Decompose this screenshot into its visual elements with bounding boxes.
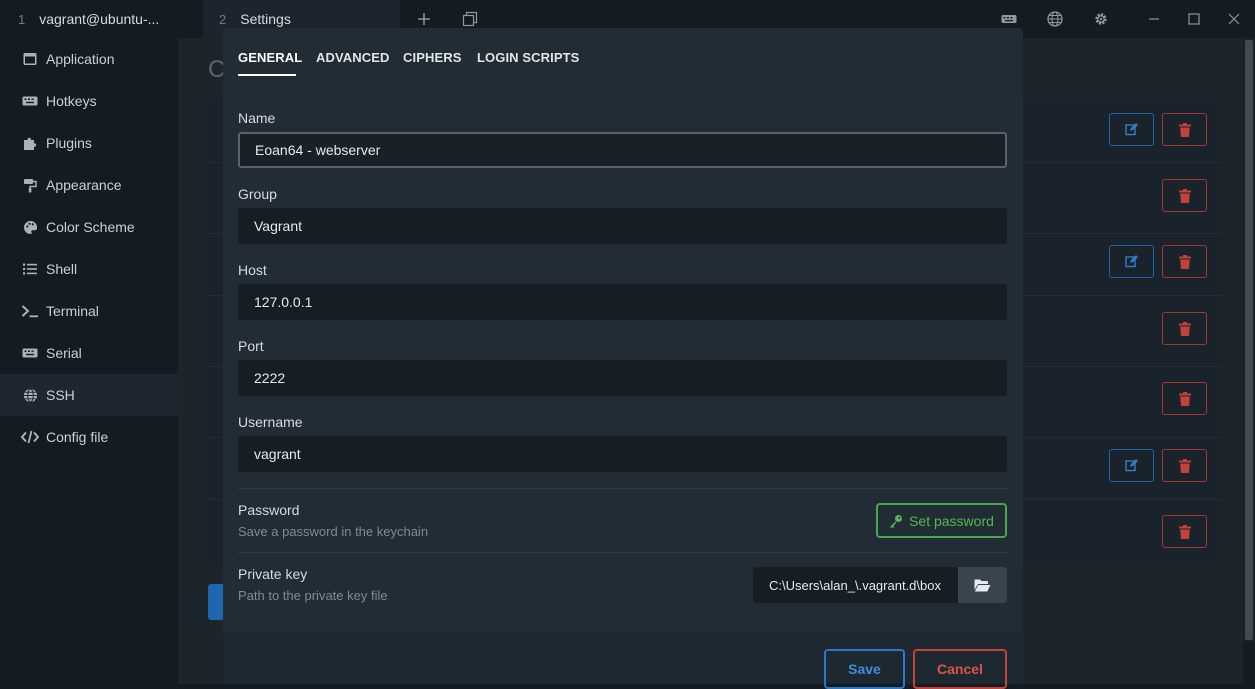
maximize-icon[interactable] xyxy=(1184,9,1204,29)
password-label: Password xyxy=(238,502,300,518)
private-key-label: Private key xyxy=(238,566,308,582)
gear-icon[interactable] xyxy=(1091,9,1111,29)
sidebar-item-plugins[interactable]: Plugins xyxy=(0,122,178,164)
trash-icon xyxy=(1178,391,1191,406)
palette-icon xyxy=(21,218,39,236)
minimize-icon[interactable] xyxy=(1144,9,1164,29)
sidebar-item-hotkeys[interactable]: Hotkeys xyxy=(0,80,178,122)
globe-icon[interactable] xyxy=(1045,9,1065,29)
host-field[interactable]: 127.0.0.1 xyxy=(238,284,1007,320)
sidebar-item-label: Color Scheme xyxy=(46,219,135,235)
paint-brush-icon xyxy=(21,176,39,194)
private-key-description: Path to the private key file xyxy=(238,588,388,603)
sidebar-item-application[interactable]: Application xyxy=(0,38,178,80)
save-button[interactable]: Save xyxy=(824,649,905,689)
edit-button[interactable] xyxy=(1109,113,1154,146)
keyboard-icon xyxy=(21,344,39,362)
plus-icon[interactable] xyxy=(414,9,434,29)
trash-icon xyxy=(1178,458,1191,473)
username-field[interactable]: vagrant xyxy=(238,436,1007,472)
folder-open-icon xyxy=(974,579,991,591)
sidebar-item-config-file[interactable]: Config file xyxy=(0,416,178,458)
sidebar-item-label: Config file xyxy=(46,429,109,445)
keyboard-icon xyxy=(21,92,39,110)
list-icon xyxy=(21,260,39,278)
delete-button[interactable] xyxy=(1162,515,1207,548)
tab-general[interactable]: GENERAL xyxy=(238,50,302,65)
group-field[interactable]: Vagrant xyxy=(238,208,1007,244)
sidebar-item-label: Plugins xyxy=(46,135,92,151)
browse-key-button[interactable] xyxy=(958,567,1007,603)
sidebar-item-color-scheme[interactable]: Color Scheme xyxy=(0,206,178,248)
restore-tabs-icon[interactable] xyxy=(460,9,480,29)
password-description: Save a password in the keychain xyxy=(238,524,429,539)
sidebar-item-serial[interactable]: Serial xyxy=(0,332,178,374)
tab-advanced[interactable]: ADVANCED xyxy=(316,50,390,65)
delete-button[interactable] xyxy=(1162,113,1207,146)
cancel-button[interactable]: Cancel xyxy=(913,649,1007,689)
delete-button[interactable] xyxy=(1162,382,1207,415)
trash-icon xyxy=(1178,188,1191,203)
edit-icon xyxy=(1125,123,1138,136)
trash-icon xyxy=(1178,254,1191,269)
port-field[interactable]: 2222 xyxy=(238,360,1007,396)
scrollbar-thumb[interactable] xyxy=(1245,40,1253,640)
group-label: Group xyxy=(238,186,277,202)
dialog-body: GENERAL ADVANCED CIPHERS LOGIN SCRIPTS N… xyxy=(223,28,1023,633)
divider xyxy=(238,488,1007,489)
set-password-label: Set password xyxy=(909,512,994,529)
tab-number: 1 xyxy=(18,11,26,27)
edit-icon xyxy=(1125,255,1138,268)
edit-button[interactable] xyxy=(1109,449,1154,482)
keyboard-icon[interactable] xyxy=(999,9,1019,29)
sidebar-item-label: Shell xyxy=(46,261,78,277)
sidebar-item-label: Hotkeys xyxy=(46,93,97,109)
sidebar-item-label: SSH xyxy=(46,387,75,403)
sidebar-item-ssh[interactable]: SSH xyxy=(0,374,178,416)
tab-title: vagrant@ubuntu-... xyxy=(39,11,160,27)
name-field[interactable]: Eoan64 - webserver xyxy=(238,132,1007,168)
name-label: Name xyxy=(238,110,276,126)
port-label: Port xyxy=(238,338,264,354)
tab-title: Settings xyxy=(240,11,291,27)
trash-icon xyxy=(1178,122,1191,137)
private-key-field[interactable]: C:\Users\alan_\.vagrant.d\box xyxy=(753,567,958,603)
code-icon xyxy=(21,428,39,446)
username-label: Username xyxy=(238,414,303,430)
delete-button[interactable] xyxy=(1162,245,1207,278)
ssh-connection-dialog: GENERAL ADVANCED CIPHERS LOGIN SCRIPTS N… xyxy=(223,28,1023,689)
edit-icon xyxy=(1125,459,1138,472)
window-icon xyxy=(21,50,39,68)
tab-number: 2 xyxy=(219,11,227,27)
settings-sidebar: Application Hotkeys Plugins Appearance C… xyxy=(0,38,178,684)
delete-button[interactable] xyxy=(1162,449,1207,482)
key-icon xyxy=(889,514,903,528)
delete-button[interactable] xyxy=(1162,312,1207,345)
terminal-icon xyxy=(21,302,39,320)
close-icon[interactable] xyxy=(1224,9,1244,29)
divider xyxy=(238,552,1007,553)
sidebar-item-label: Terminal xyxy=(46,303,99,319)
set-password-button[interactable]: Set password xyxy=(876,503,1007,538)
trash-icon xyxy=(1178,321,1191,336)
edit-button[interactable] xyxy=(1109,245,1154,278)
puzzle-icon xyxy=(21,134,39,152)
sidebar-item-label: Application xyxy=(46,51,115,67)
sidebar-item-label: Appearance xyxy=(46,177,122,193)
tab-login-scripts[interactable]: LOGIN SCRIPTS xyxy=(477,50,579,65)
delete-button[interactable] xyxy=(1162,179,1207,212)
trash-icon xyxy=(1178,524,1191,539)
globe-icon xyxy=(21,386,39,404)
active-tab-indicator xyxy=(238,74,296,76)
sidebar-item-appearance[interactable]: Appearance xyxy=(0,164,178,206)
tab-ciphers[interactable]: CIPHERS xyxy=(403,50,462,65)
tab-terminal[interactable]: 1 vagrant@ubuntu-... xyxy=(0,0,196,38)
sidebar-item-label: Serial xyxy=(46,345,82,361)
sidebar-item-shell[interactable]: Shell xyxy=(0,248,178,290)
host-label: Host xyxy=(238,262,267,278)
sidebar-item-terminal[interactable]: Terminal xyxy=(0,290,178,332)
